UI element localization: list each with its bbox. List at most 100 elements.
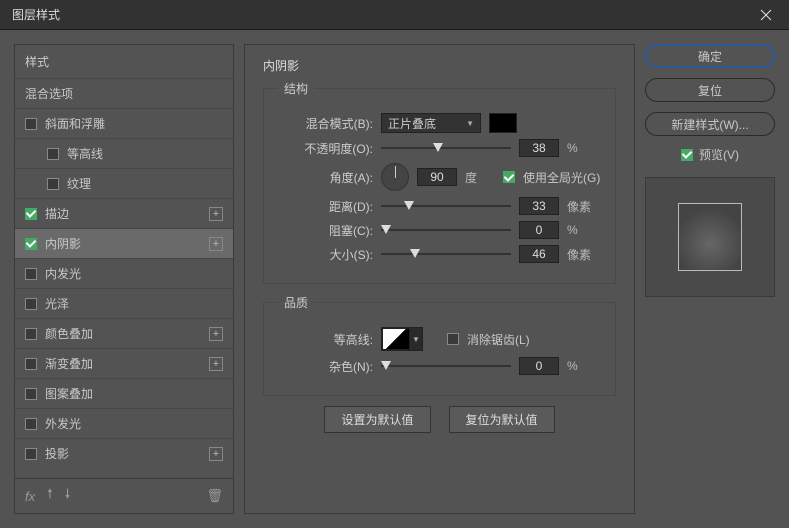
style-checkbox[interactable] xyxy=(25,448,37,460)
angle-row: 角度(A): 90 度 使用全局光(G) xyxy=(278,163,601,191)
sidebar-item-label: 颜色叠加 xyxy=(45,325,93,342)
style-checkbox[interactable] xyxy=(25,328,37,340)
distance-input[interactable]: 33 xyxy=(519,197,559,215)
sidebar-item-label: 内发光 xyxy=(45,265,81,282)
global-light-checkbox[interactable] xyxy=(503,171,515,183)
add-effect-button[interactable]: + xyxy=(209,327,223,341)
preview-swatch xyxy=(678,203,742,271)
close-icon xyxy=(760,9,772,21)
preview-label: 预览(V) xyxy=(699,146,739,163)
blend-value: 正片叠底 xyxy=(388,115,436,132)
close-button[interactable] xyxy=(743,0,789,30)
choke-slider[interactable] xyxy=(381,223,511,237)
global-light-label: 使用全局光(G) xyxy=(523,169,600,186)
noise-input[interactable]: 0 xyxy=(519,357,559,375)
cancel-button[interactable]: 复位 xyxy=(645,78,775,102)
set-default-button[interactable]: 设置为默认值 xyxy=(324,406,430,433)
sidebar-item-2[interactable]: 等高线 xyxy=(15,138,233,168)
style-checkbox[interactable] xyxy=(25,238,37,250)
sidebar-item-6[interactable]: 内发光 xyxy=(15,258,233,288)
titlebar: 图层样式 xyxy=(0,0,789,30)
new-style-button[interactable]: 新建样式(W)... xyxy=(645,112,775,136)
distance-label: 距离(D): xyxy=(278,198,373,215)
angle-input[interactable]: 90 xyxy=(417,168,457,186)
fx-icon[interactable]: fx xyxy=(25,489,35,504)
sidebar-item-label: 纹理 xyxy=(67,175,91,192)
opacity-label: 不透明度(O): xyxy=(278,140,373,157)
sidebar-header: 样式 xyxy=(15,45,233,78)
opacity-input[interactable]: 38 xyxy=(519,139,559,157)
contour-row: 等高线: ▼ 消除锯齿(L) xyxy=(278,327,601,351)
add-effect-button[interactable]: + xyxy=(209,357,223,371)
sidebar-item-9[interactable]: 渐变叠加 + xyxy=(15,348,233,378)
sidebar-item-10[interactable]: 图案叠加 xyxy=(15,378,233,408)
sidebar-item-7[interactable]: 光泽 xyxy=(15,288,233,318)
choke-input[interactable]: 0 xyxy=(519,221,559,239)
style-checkbox[interactable] xyxy=(25,298,37,310)
sidebar-item-8[interactable]: 颜色叠加 + xyxy=(15,318,233,348)
sidebar-item-label: 光泽 xyxy=(45,295,69,312)
style-checkbox[interactable] xyxy=(25,208,37,220)
color-swatch[interactable] xyxy=(489,113,517,133)
quality-group: 品质 等高线: ▼ 消除锯齿(L) 杂色(N): 0 % xyxy=(263,294,616,396)
opacity-unit: % xyxy=(567,141,597,155)
sidebar-item-0[interactable]: 混合选项 xyxy=(15,78,233,108)
quality-legend: 品质 xyxy=(278,294,314,311)
choke-row: 阻塞(C): 0 % xyxy=(278,221,601,239)
style-checkbox[interactable] xyxy=(47,178,59,190)
size-row: 大小(S): 46 像素 xyxy=(278,245,601,263)
opacity-row: 不透明度(O): 38 % xyxy=(278,139,601,157)
sidebar-item-12[interactable]: 投影 + xyxy=(15,438,233,468)
sidebar-item-3[interactable]: 纹理 xyxy=(15,168,233,198)
sidebar-item-label: 外发光 xyxy=(45,415,81,432)
size-slider[interactable] xyxy=(381,247,511,261)
antialias-checkbox[interactable] xyxy=(447,333,459,345)
sidebar-item-4[interactable]: 描边+ xyxy=(15,198,233,228)
choke-label: 阻塞(C): xyxy=(278,222,373,239)
sidebar-item-label: 渐变叠加 xyxy=(45,355,93,372)
default-buttons: 设置为默认值 复位为默认值 xyxy=(263,406,616,433)
distance-slider[interactable] xyxy=(381,199,511,213)
chevron-down-icon: ▼ xyxy=(466,119,474,128)
contour-preview xyxy=(382,328,410,350)
sidebar-item-label: 投影 xyxy=(45,445,69,462)
preview-checkbox[interactable] xyxy=(681,149,693,161)
sidebar-item-5[interactable]: 内阴影+ xyxy=(15,228,233,258)
sidebar-item-label: 图案叠加 xyxy=(45,385,93,402)
angle-unit: 度 xyxy=(465,169,495,186)
contour-picker[interactable]: ▼ xyxy=(381,327,423,351)
trash-icon[interactable]: 🗑 xyxy=(206,488,223,504)
arrow-up-icon[interactable]: 🠕 xyxy=(47,485,53,507)
angle-dial[interactable] xyxy=(381,163,409,191)
noise-row: 杂色(N): 0 % xyxy=(278,357,601,375)
preview-row: 预览(V) xyxy=(645,146,775,163)
arrow-down-icon[interactable]: 🠗 xyxy=(65,485,71,507)
style-checkbox[interactable] xyxy=(25,388,37,400)
size-input[interactable]: 46 xyxy=(519,245,559,263)
structure-legend: 结构 xyxy=(278,80,314,97)
right-panel: 确定 复位 新建样式(W)... 预览(V) xyxy=(645,44,775,514)
style-checkbox[interactable] xyxy=(25,358,37,370)
sidebar-item-1[interactable]: 斜面和浮雕 xyxy=(15,108,233,138)
reset-default-button[interactable]: 复位为默认值 xyxy=(449,406,555,433)
panel-title: 内阴影 xyxy=(263,57,616,74)
blend-mode-select[interactable]: 正片叠底 ▼ xyxy=(381,113,481,133)
size-unit: 像素 xyxy=(567,246,597,263)
sidebar-item-11[interactable]: 外发光 xyxy=(15,408,233,438)
style-checkbox[interactable] xyxy=(47,148,59,160)
style-checkbox[interactable] xyxy=(25,418,37,430)
sidebar-item-label: 斜面和浮雕 xyxy=(45,115,105,132)
noise-unit: % xyxy=(567,359,597,373)
add-effect-button[interactable]: + xyxy=(209,207,223,221)
antialias-label: 消除锯齿(L) xyxy=(467,331,530,348)
add-effect-button[interactable]: + xyxy=(209,237,223,251)
noise-slider[interactable] xyxy=(381,359,511,373)
styles-sidebar: 样式 混合选项斜面和浮雕等高线纹理描边+内阴影+ 内发光光泽颜色叠加 + 渐变叠加 + 图… xyxy=(14,44,234,514)
opacity-slider[interactable] xyxy=(381,141,511,155)
style-checkbox[interactable] xyxy=(25,268,37,280)
ok-button[interactable]: 确定 xyxy=(645,44,775,68)
distance-unit: 像素 xyxy=(567,198,597,215)
style-checkbox[interactable] xyxy=(25,118,37,130)
preview-panel xyxy=(645,177,775,297)
add-effect-button[interactable]: + xyxy=(209,447,223,461)
